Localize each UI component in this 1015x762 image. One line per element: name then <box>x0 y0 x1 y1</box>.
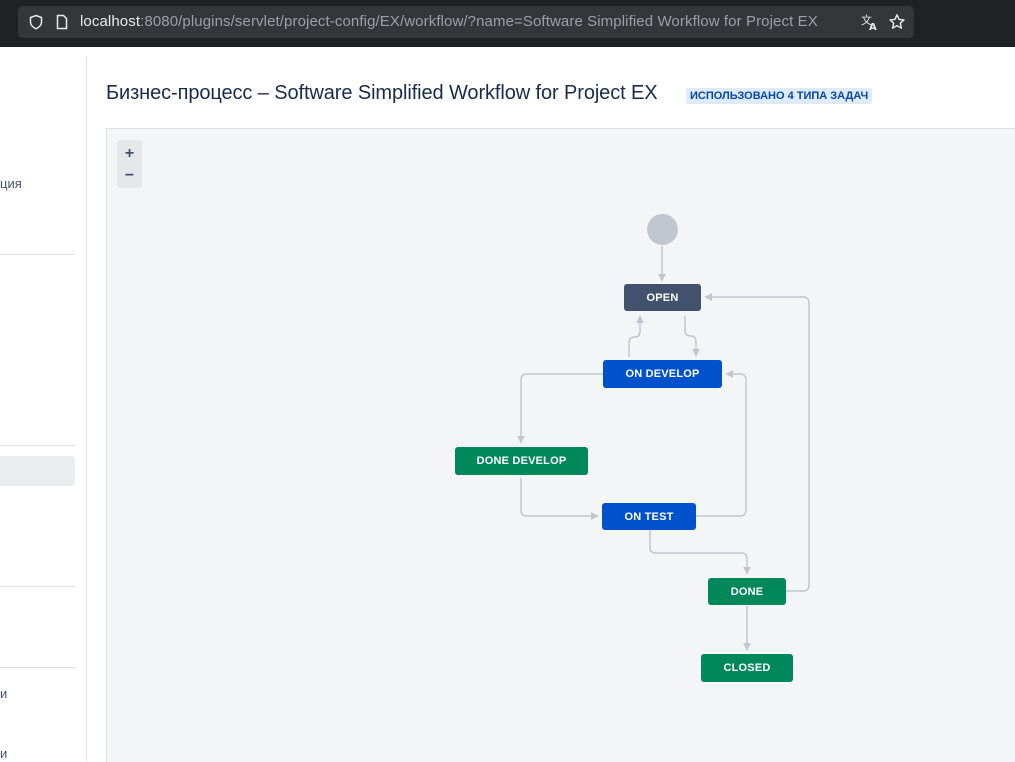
transition-done-open[interactable] <box>704 293 810 592</box>
status-on-develop[interactable]: ON DEVELOP <box>603 360 722 388</box>
transition-ondevelop-open[interactable] <box>628 315 644 357</box>
transition-open-ondevelop[interactable] <box>684 316 700 357</box>
status-on-test[interactable]: ON TEST <box>602 503 696 530</box>
workflow-start-node[interactable] <box>647 214 678 245</box>
transition-donedevelop-ontest[interactable] <box>520 478 599 520</box>
transition-ondevelop-donedevelop[interactable] <box>517 373 603 444</box>
status-open[interactable]: OPEN <box>624 284 701 311</box>
status-done-develop[interactable]: DONE DEVELOP <box>455 447 588 475</box>
transition-ontest-done[interactable] <box>649 530 751 575</box>
transition-ontest-ondevelop[interactable] <box>696 370 747 517</box>
status-closed[interactable]: CLOSED <box>701 654 793 682</box>
status-done[interactable]: DONE <box>708 578 786 605</box>
transition-arrows <box>517 246 810 651</box>
